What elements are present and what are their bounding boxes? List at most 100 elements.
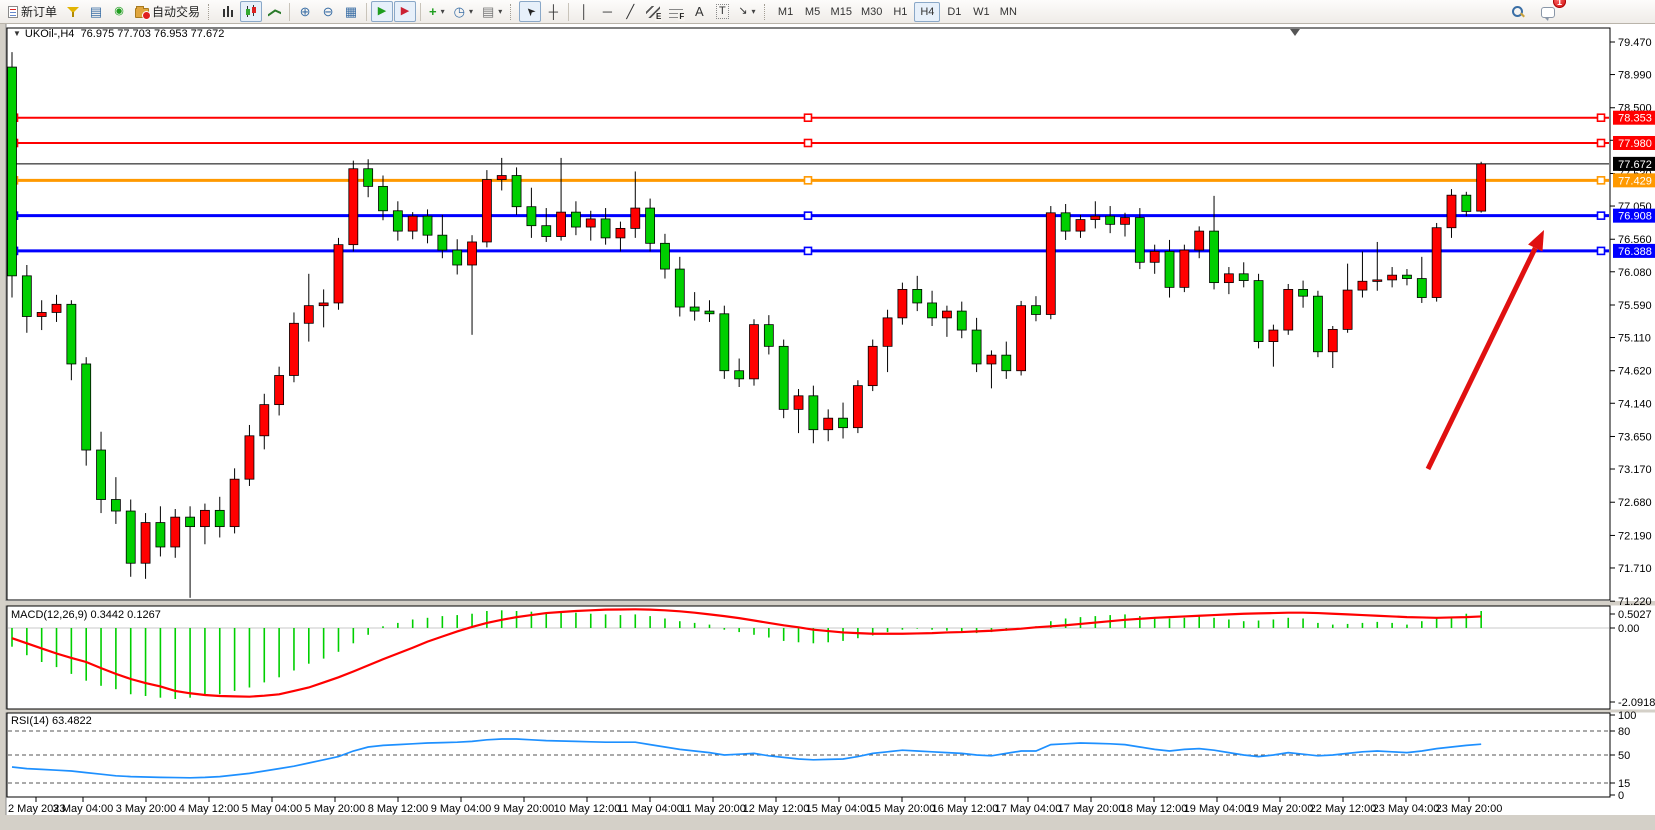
trendline-button[interactable]: ╱ xyxy=(619,1,641,22)
candle-body xyxy=(616,228,625,237)
symbols-button[interactable] xyxy=(62,1,84,22)
vertical-line-button[interactable]: │ xyxy=(573,1,595,22)
timeframe-mn[interactable]: MN xyxy=(995,2,1021,22)
time-label: 23 May 20:00 xyxy=(1436,803,1503,815)
price-tick-label: 73.650 xyxy=(1618,431,1652,443)
horizontal-line-icon: ─ xyxy=(603,5,612,18)
bar-chart-button[interactable] xyxy=(217,1,239,22)
candle-body xyxy=(1135,218,1144,263)
candle-body xyxy=(1076,220,1085,232)
new-order-label: 新订单 xyxy=(21,3,57,20)
macd-scale-label: 0.5027 xyxy=(1618,609,1652,621)
horizontal-line-button[interactable]: ─ xyxy=(596,1,618,22)
line-marker[interactable] xyxy=(1598,114,1605,121)
timeframe-m15[interactable]: M15 xyxy=(827,2,856,22)
time-label: 17 May 20:00 xyxy=(1058,803,1125,815)
tile-windows-button[interactable]: ▦ xyxy=(340,1,362,22)
timeframe-h4[interactable]: H4 xyxy=(914,2,940,22)
line-marker[interactable] xyxy=(805,114,812,121)
candle-body xyxy=(52,304,61,312)
price-chart[interactable]: 79.47078.99078.50078.02077.53077.05076.5… xyxy=(0,24,1655,830)
candle-body xyxy=(720,314,729,371)
timeframe-m5[interactable]: M5 xyxy=(800,2,826,22)
auto-scroll-button[interactable]: ▶ xyxy=(371,1,393,22)
candle-body xyxy=(1477,164,1486,211)
toolbar-grip xyxy=(764,4,769,20)
fibonacci-button[interactable]: F xyxy=(665,1,687,22)
candle-body xyxy=(1002,355,1011,371)
candle-body xyxy=(1269,330,1278,342)
line-marker[interactable] xyxy=(805,139,812,146)
candle-body xyxy=(171,517,180,547)
data-window-button[interactable]: ▤ xyxy=(85,1,107,22)
line-marker[interactable] xyxy=(805,212,812,219)
chart-shift-button[interactable]: ▶ xyxy=(394,1,416,22)
text-tool-button[interactable]: A xyxy=(688,1,710,22)
line-marker[interactable] xyxy=(1598,212,1605,219)
candle-body xyxy=(750,325,759,379)
candle-body xyxy=(824,418,833,430)
line-marker[interactable] xyxy=(1598,177,1605,184)
time-label: 15 May 20:00 xyxy=(869,803,936,815)
trendline-icon: ╱ xyxy=(626,5,634,18)
timeframe-h1[interactable]: H1 xyxy=(887,2,913,22)
candle-body xyxy=(928,303,937,318)
rsi-scale-label: 15 xyxy=(1618,778,1630,790)
line-chart-button[interactable] xyxy=(263,1,285,22)
crosshair-button[interactable]: ┼ xyxy=(542,1,564,22)
cursor-button[interactable]: ➤ xyxy=(519,1,541,22)
signals-button[interactable]: ◉ xyxy=(108,1,130,22)
text-label-icon: T xyxy=(716,4,729,19)
templates-button[interactable]: ▤ ▾ xyxy=(478,1,506,22)
candlestick-chart-button[interactable] xyxy=(240,1,262,22)
line-marker[interactable] xyxy=(805,247,812,254)
toolbar-separator xyxy=(289,3,290,21)
search-button[interactable] xyxy=(1507,1,1529,22)
candle-body xyxy=(289,323,298,375)
time-label: 23 May 04:00 xyxy=(1373,803,1440,815)
candle-body xyxy=(557,212,566,236)
timeframe-w1[interactable]: W1 xyxy=(968,2,994,22)
text-tool-icon: A xyxy=(695,5,704,18)
candle-body xyxy=(631,208,640,228)
candle-body xyxy=(853,386,862,428)
panel-separator[interactable] xyxy=(0,710,1655,713)
price-tick-label: 71.710 xyxy=(1618,563,1652,575)
chat-button[interactable]: 1 xyxy=(1537,1,1559,22)
symbol-period-label: UKOil-,H4 xyxy=(25,28,75,40)
line-marker[interactable] xyxy=(805,177,812,184)
candle-body xyxy=(883,318,892,346)
arrows-tool-icon: ↘ xyxy=(738,5,747,18)
arrows-tool-button[interactable]: ↘ ▾ xyxy=(734,1,759,22)
candle-body xyxy=(601,219,610,238)
candle-body xyxy=(542,226,551,237)
text-label-button[interactable]: T xyxy=(711,1,733,22)
candle-body xyxy=(304,306,313,324)
candle-body xyxy=(512,176,521,207)
price-badge-label: 76.908 xyxy=(1618,211,1652,223)
candle-body xyxy=(1017,306,1026,371)
channel-button[interactable]: E xyxy=(642,1,664,22)
candle-body xyxy=(1121,218,1130,225)
new-order-button[interactable]: 新订单 xyxy=(4,1,61,22)
timeframe-d1[interactable]: D1 xyxy=(941,2,967,22)
candle-body xyxy=(22,276,31,317)
panel-separator[interactable] xyxy=(0,601,1655,606)
price-tick-label: 71.220 xyxy=(1618,596,1652,608)
toolbar-grip xyxy=(208,4,213,20)
line-marker[interactable] xyxy=(1598,139,1605,146)
candle-body xyxy=(1417,279,1426,298)
timeframe-m1[interactable]: M1 xyxy=(773,2,799,22)
autotrade-button[interactable]: 自动交易 xyxy=(131,1,204,22)
time-label: 22 May 12:00 xyxy=(1310,803,1377,815)
periods-button[interactable]: ◷ ▾ xyxy=(450,1,477,22)
indicators-button[interactable]: + ▾ xyxy=(425,1,449,22)
candle-body xyxy=(1299,289,1308,296)
zoom-out-button[interactable]: ⊖ xyxy=(317,1,339,22)
candle-body xyxy=(82,364,91,450)
timeframe-m30[interactable]: M30 xyxy=(857,2,886,22)
line-marker[interactable] xyxy=(1598,247,1605,254)
rsi-label: RSI(14) 63.4822 xyxy=(11,715,92,727)
zoom-in-button[interactable]: ⊕ xyxy=(294,1,316,22)
candle-body xyxy=(156,523,165,547)
